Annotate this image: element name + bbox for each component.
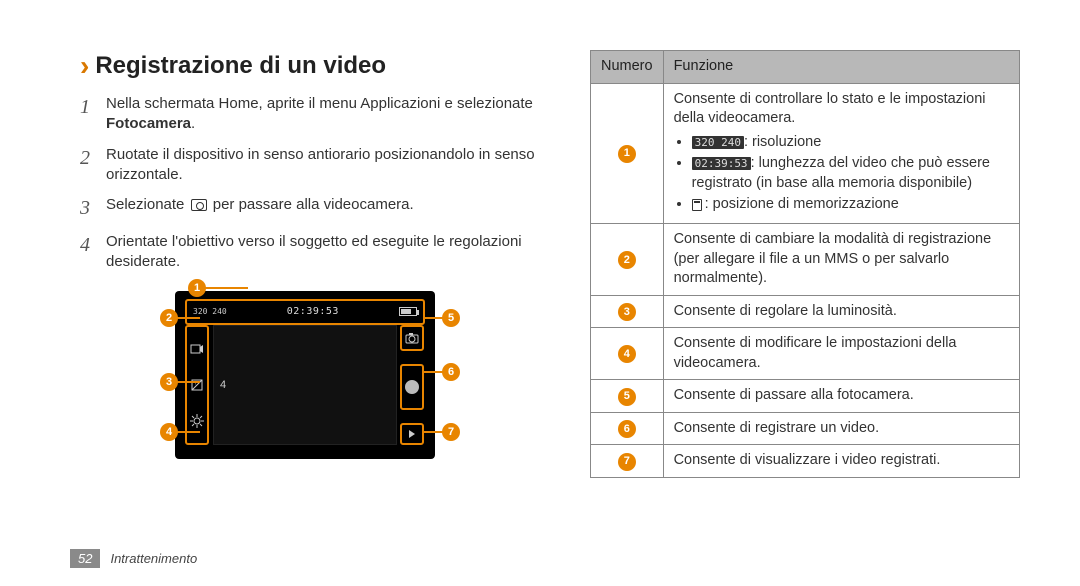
row-number: 3 <box>618 303 636 321</box>
callout-7: 7 <box>442 423 460 441</box>
exposure-value: 4 <box>220 379 226 391</box>
step-number: 1 <box>80 94 106 135</box>
play-icon <box>400 423 424 445</box>
resolution-text: 320 240 <box>193 308 227 316</box>
record-button <box>400 364 424 410</box>
camera-icon <box>191 199 207 211</box>
device-diagram: 1 2 3 4 5 6 7 320 240 02:39:53 <box>140 291 470 459</box>
row-number: 7 <box>618 453 636 471</box>
section-heading: › Registrazione di un video <box>80 50 550 82</box>
chevron-icon: › <box>80 50 89 82</box>
section-title-text: Registrazione di un video <box>95 52 386 80</box>
callout-3: 3 <box>160 373 178 391</box>
step-text: Selezionate per passare alla videocamera… <box>106 195 550 222</box>
table-head-number: Numero <box>591 51 664 84</box>
table-row: 5 Consente di passare alla fotocamera. <box>591 380 1020 413</box>
row-number: 2 <box>618 251 636 269</box>
row-intro: Consente di cambiare la modalità di regi… <box>663 223 1019 295</box>
table-row: 6 Consente di registrare un video. <box>591 412 1020 445</box>
step: 3 Selezionate per passare alla videocame… <box>80 195 550 222</box>
callout-2: 2 <box>160 309 178 327</box>
viewfinder: 4 <box>213 325 397 445</box>
step-number: 4 <box>80 232 106 273</box>
table-row: 4 Consente di modificare le impostazioni… <box>591 328 1020 380</box>
callout-6: 6 <box>442 363 460 381</box>
callout-1: 1 <box>188 279 206 297</box>
row-intro: Consente di passare alla fotocamera. <box>663 380 1019 413</box>
callout-4: 4 <box>160 423 178 441</box>
row-intro: Consente di regolare la luminosità. <box>663 295 1019 328</box>
row-intro: Consente di controllare lo stato e le im… <box>674 91 986 127</box>
storage-icon <box>692 199 702 211</box>
table-head-function: Funzione <box>663 51 1019 84</box>
table-row: 3 Consente di regolare la luminosità. <box>591 295 1020 328</box>
battery-icon <box>399 307 417 316</box>
page-number: 52 <box>70 549 100 568</box>
row-number: 5 <box>618 388 636 406</box>
footer-title: Intrattenimento <box>110 551 197 566</box>
table-row: 7 Consente di visualizzare i video regis… <box>591 445 1020 478</box>
function-table: Numero Funzione 1 Consente di controllar… <box>590 50 1020 478</box>
page-footer: 52 Intrattenimento <box>70 549 197 568</box>
step: 1 Nella schermata Home, aprite il menu A… <box>80 94 550 135</box>
exposure-icon: + <box>189 377 205 393</box>
table-row: 1 Consente di controllare lo stato e le … <box>591 83 1020 223</box>
step-text: Orientate l'obiettivo verso il soggetto … <box>106 232 550 273</box>
resolution-icon: 320 240 <box>692 136 744 149</box>
step-number: 2 <box>80 145 106 186</box>
row-intro: Consente di modificare le impostazioni d… <box>663 328 1019 380</box>
table-row: 2 Consente di cambiare la modalità di re… <box>591 223 1020 295</box>
switch-camera-icon <box>400 325 424 351</box>
settings-icon <box>189 413 205 429</box>
row-number: 1 <box>618 145 636 163</box>
callout-5: 5 <box>442 309 460 327</box>
step: 4 Orientate l'obiettivo verso il soggett… <box>80 232 550 273</box>
step: 2 Ruotate il dispositivo in senso antior… <box>80 145 550 186</box>
duration-icon: 02:39:53 <box>692 157 751 170</box>
step-number: 3 <box>80 195 106 222</box>
step-text: Nella schermata Home, aprite il menu App… <box>106 94 550 135</box>
step-text: Ruotate il dispositivo in senso antiorar… <box>106 145 550 186</box>
row-number: 6 <box>618 420 636 438</box>
row-number: 4 <box>618 345 636 363</box>
mode-icon <box>189 341 205 357</box>
row-intro: Consente di visualizzare i video registr… <box>663 445 1019 478</box>
row-intro: Consente di registrare un video. <box>663 412 1019 445</box>
time-text: 02:39:53 <box>287 306 339 317</box>
status-bar: 320 240 02:39:53 <box>185 299 425 325</box>
left-icon-column: + <box>185 325 209 445</box>
